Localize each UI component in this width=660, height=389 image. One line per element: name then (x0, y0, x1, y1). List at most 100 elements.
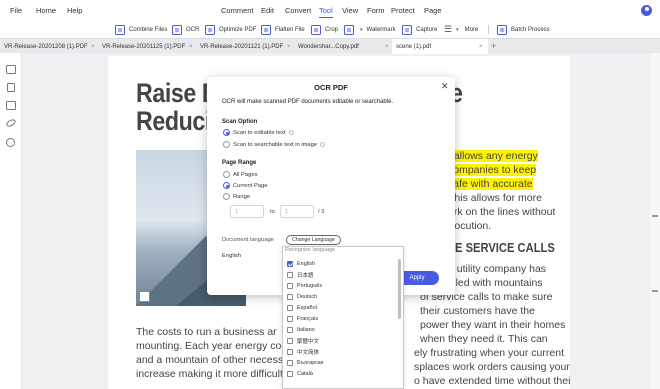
close-icon[interactable]: × (91, 44, 95, 50)
close-icon[interactable]: × (479, 44, 483, 50)
change-language-button[interactable]: Change Language (286, 235, 341, 245)
menu-edit[interactable]: Edit (261, 6, 274, 15)
language-option-english[interactable]: English (287, 259, 315, 269)
capture-button[interactable]: Capture (402, 23, 437, 36)
range-to-input[interactable]: 1 (280, 205, 314, 218)
close-icon[interactable]: × (189, 44, 193, 50)
right-panel (650, 53, 660, 389)
watermark-label: Watermark (366, 26, 396, 33)
language-option-bulgarian[interactable]: Български (287, 358, 324, 368)
section-heading: E SERVICE CALLS (455, 240, 555, 255)
menu-convert[interactable]: Convert (285, 6, 311, 15)
combine-files-button[interactable]: Combine Files (115, 23, 167, 36)
ocr-icon (172, 24, 182, 35)
option-label: Français (297, 316, 319, 322)
checkbox[interactable] (287, 371, 293, 377)
menu-page[interactable]: Page (424, 6, 442, 15)
menu-tool[interactable]: Tool (319, 6, 333, 18)
optimize-pdf-button[interactable]: Optimize PDF (205, 23, 256, 36)
radio-label: Scan to editable text (233, 130, 294, 136)
option-label: 日本語 (297, 273, 314, 279)
checkbox[interactable] (287, 349, 293, 355)
language-option-portuguese[interactable]: Português (287, 281, 322, 291)
more-label: More (464, 26, 479, 33)
checkbox[interactable] (287, 316, 293, 322)
radio-all-pages[interactable] (223, 171, 230, 178)
image-edit-icon[interactable] (139, 291, 150, 302)
tab-label: VR-Release-20201208 (1).PDF (4, 43, 88, 50)
body-line: filled with mountains (448, 277, 543, 289)
tab-document-2[interactable]: VR-Release-20201125 (1).PDF × (98, 39, 198, 54)
dropdown-scrollbar[interactable] (398, 259, 401, 319)
menu-form[interactable]: Form (367, 6, 385, 15)
help-icon[interactable] (320, 142, 326, 147)
checkbox[interactable] (287, 327, 293, 333)
radio-current-page[interactable] (223, 182, 230, 189)
option-label: English (297, 261, 316, 267)
tab-document-1[interactable]: VR-Release-20201208 (1).PDF × (0, 39, 100, 54)
menu-view[interactable]: View (342, 6, 358, 15)
tab-document-4[interactable]: Wondershar...Copy.pdf × (294, 39, 394, 54)
bookmark-icon[interactable] (7, 83, 15, 92)
close-icon[interactable]: × (287, 44, 291, 50)
checkbox[interactable] (287, 272, 293, 278)
language-option-simplified-chinese[interactable]: 中文简体 (287, 347, 319, 357)
body-line: The costs to run a business ar (136, 326, 277, 338)
checkbox[interactable] (287, 294, 293, 300)
flatten-file-label: Flatten File (275, 26, 305, 33)
checkbox[interactable] (287, 305, 293, 311)
radio-scan-editable[interactable] (223, 129, 230, 136)
close-icon[interactable]: × (385, 44, 389, 50)
language-option-spanish[interactable]: Español (287, 303, 317, 313)
radio-range[interactable] (223, 193, 230, 200)
ocr-button[interactable]: OCR (172, 23, 199, 36)
crop-button[interactable]: Crop (311, 23, 338, 36)
menu-file[interactable]: File (10, 6, 22, 15)
tab-label: VR-Release-20201125 (1).PDF (102, 43, 186, 50)
more-button[interactable]: ☰ ▾ More (444, 23, 478, 36)
checkbox[interactable] (287, 283, 293, 289)
language-option-japanese[interactable]: 日本語 (287, 270, 314, 280)
range-from-input[interactable]: 1 (230, 205, 264, 218)
radio-scan-searchable[interactable] (223, 141, 230, 148)
thumbnails-icon[interactable] (6, 65, 16, 74)
language-option-german[interactable]: Deutsch (287, 292, 317, 302)
checkbox[interactable] (287, 338, 293, 344)
body-line: e utility company has (448, 263, 547, 275)
panel-handle-icon[interactable] (652, 290, 658, 292)
attachment-icon[interactable] (5, 117, 17, 129)
language-option-catalan[interactable]: Català (287, 369, 313, 379)
checkbox[interactable] (287, 261, 293, 267)
optimize-pdf-label: Optimize PDF (219, 26, 257, 33)
user-avatar-icon[interactable] (641, 5, 652, 16)
close-icon[interactable]: ✕ (441, 81, 449, 92)
body-line: increase making it more difficult t (136, 368, 289, 380)
body-line: ely frustrating when your current (414, 347, 564, 359)
comments-icon[interactable] (6, 101, 16, 110)
language-option-french[interactable]: Français (287, 314, 318, 324)
language-option-traditional-chinese[interactable]: 繁體中文 (287, 336, 319, 346)
watermark-button[interactable]: ▾ Watermark (344, 23, 396, 36)
batch-process-button[interactable]: Batch Process (497, 23, 550, 36)
add-tab-icon[interactable]: + (491, 41, 496, 51)
search-icon[interactable] (6, 138, 15, 147)
range-to-label: to (270, 209, 275, 215)
menu-comment[interactable]: Comment (221, 6, 254, 15)
page-range-label: Page Range (222, 160, 257, 166)
panel-handle-icon[interactable] (652, 215, 658, 217)
option-label: Português (297, 283, 323, 289)
flatten-file-button[interactable]: Flatten File (261, 23, 305, 36)
body-line: safe with accurate (448, 177, 533, 191)
help-icon[interactable] (288, 130, 294, 135)
body-line: ork on the lines without (448, 206, 556, 218)
batch-process-icon (497, 24, 507, 35)
language-option-italian[interactable]: Italiano (287, 325, 315, 335)
capture-label: Capture (416, 26, 438, 33)
menu-protect[interactable]: Protect (391, 6, 415, 15)
batch-process-label: Batch Process (511, 26, 550, 33)
tab-document-5[interactable]: scene (1).pdf × (392, 39, 488, 54)
checkbox[interactable] (287, 360, 293, 366)
menu-home[interactable]: Home (36, 6, 56, 15)
menu-help[interactable]: Help (67, 6, 82, 15)
tab-document-3[interactable]: VR-Release-20201121 (1).PDF × (196, 39, 296, 54)
